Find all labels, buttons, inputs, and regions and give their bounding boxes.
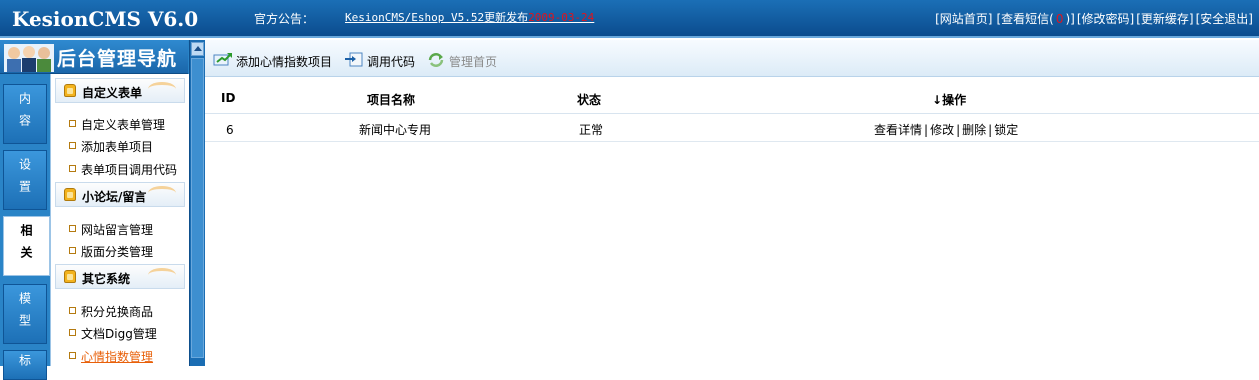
scroll-up-icon[interactable] (191, 42, 204, 56)
menu-group-forum[interactable]: 小论坛/留言 (55, 182, 185, 207)
menu-item-digg[interactable]: 文档Digg管理 (69, 325, 157, 342)
folder-icon (64, 188, 76, 201)
call-code-icon (345, 52, 363, 67)
menu-item-add-form-item[interactable]: 添加表单项目 (69, 138, 153, 155)
table-header: ID 项目名称 状态 ↓操作 (205, 84, 1259, 114)
call-code-label[interactable]: 调用代码 (367, 55, 415, 69)
sort-down-icon[interactable]: ↓ (932, 93, 942, 107)
add-mood-item-button[interactable]: 添加心情指数项目 (213, 53, 332, 70)
group-title: 小论坛/留言 (82, 190, 147, 204)
tab-related[interactable]: 相关 (3, 216, 50, 276)
sidebar-menu: 自定义表单 自定义表单管理 添加表单项目 表单项目调用代码 小论坛/留言 网站留… (50, 74, 189, 366)
edit-link[interactable]: 修改 (930, 123, 954, 137)
group-title: 其它系统 (82, 272, 131, 286)
sidebar: 后台管理导航 内容 设置 相关 模型 标 自定义表单 自定义表单管理 添加表单项… (0, 40, 205, 380)
sms-count: 0 (1055, 12, 1064, 26)
menu-item-board-category[interactable]: 版面分类管理 (69, 243, 153, 260)
menu-item-form-manage[interactable]: 自定义表单管理 (69, 116, 165, 133)
sidebar-tabs: 内容 设置 相关 模型 标 (0, 74, 50, 380)
refresh-icon (428, 53, 444, 67)
cell-id: 6 (226, 123, 234, 137)
app-logo: KesionCMS V6.0 (12, 7, 199, 31)
view-detail-link[interactable]: 查看详情 (874, 123, 922, 137)
tab-labels[interactable]: 标 (3, 350, 47, 380)
top-header: KesionCMS V6.0 官方公告： KesionCMS/Eshop V5.… (0, 0, 1259, 38)
toolbar: 添加心情指数项目 调用代码 管理首页 (205, 40, 1259, 77)
site-home-link[interactable]: [网站首页] (935, 12, 992, 26)
table-row: 6 新闻中心专用 正常 查看详情 | 修改 | 删除 | 锁定 (205, 116, 1259, 142)
view-sms-link[interactable]: [查看短信(0)] (994, 12, 1074, 26)
menu-item-mood[interactable]: 心情指数管理 (69, 348, 153, 365)
update-cache-link[interactable]: [更新缓存] (1136, 12, 1193, 26)
menu-item-points-exchange[interactable]: 积分兑换商品 (69, 303, 153, 320)
tab-settings[interactable]: 设置 (3, 150, 47, 210)
cell-ops: 查看详情 | 修改 | 删除 | 锁定 (874, 121, 1018, 138)
lock-link[interactable]: 锁定 (994, 123, 1018, 137)
ops-separator: | (988, 123, 993, 137)
main-content: 添加心情指数项目 调用代码 管理首页 ID 项目名称 状态 ↓操作 6 新闻中心… (205, 40, 1259, 366)
col-ops-label: 操作 (942, 93, 967, 107)
ops-separator: | (924, 123, 929, 137)
folder-icon (64, 270, 76, 283)
sidebar-scrollbar[interactable] (189, 40, 205, 366)
add-mood-item-label[interactable]: 添加心情指数项目 (236, 55, 332, 69)
delete-link[interactable]: 删除 (962, 123, 986, 137)
menu-group-other[interactable]: 其它系统 (55, 264, 185, 289)
decor-arc-icon (148, 268, 176, 282)
change-password-link[interactable]: [修改密码] (1077, 12, 1134, 26)
ops-separator: | (956, 123, 961, 137)
col-ops: ↓操作 (932, 91, 966, 108)
decor-arc-icon (148, 82, 176, 96)
add-arrow-icon (213, 53, 232, 66)
manage-home-button[interactable]: 管理首页 (426, 53, 497, 70)
menu-item-form-code[interactable]: 表单项目调用代码 (69, 161, 177, 178)
notice-link[interactable]: KesionCMS/Eshop V5.52更新发布2009-03-24 (345, 9, 594, 25)
sms-prefix[interactable]: [查看短信( (996, 12, 1053, 26)
col-name: 项目名称 (367, 93, 416, 107)
menu-group-custom-form[interactable]: 自定义表单 (55, 78, 185, 103)
sms-suffix[interactable]: )] (1066, 12, 1075, 26)
scroll-thumb[interactable] (191, 58, 204, 358)
notice-label: 官方公告： (254, 12, 315, 26)
admin-avatars-icon (4, 44, 54, 72)
cell-name: 新闻中心专用 (359, 123, 432, 137)
sidebar-title: 后台管理导航 (57, 48, 178, 70)
notice-text[interactable]: KesionCMS/Eshop V5.52更新发布 (345, 11, 528, 24)
decor-arc-icon (148, 186, 176, 200)
call-code-button[interactable]: 调用代码 (344, 52, 415, 70)
tab-content[interactable]: 内容 (3, 84, 47, 144)
col-id: ID (221, 91, 236, 105)
folder-icon (64, 84, 76, 97)
sidebar-title-bar: 后台管理导航 (0, 40, 188, 74)
manage-home-label[interactable]: 管理首页 (449, 55, 497, 69)
group-title: 自定义表单 (82, 86, 143, 100)
cell-status: 正常 (579, 123, 604, 137)
col-status: 状态 (577, 93, 602, 107)
tab-models[interactable]: 模型 (3, 284, 47, 344)
logout-link[interactable]: [安全退出] (1196, 12, 1253, 26)
notice-date: 2009-03-24 (528, 11, 595, 24)
menu-item-guestbook[interactable]: 网站留言管理 (69, 221, 153, 238)
top-links: [网站首页] [查看短信(0)] [修改密码] [更新缓存] [安全退出] (933, 10, 1253, 27)
